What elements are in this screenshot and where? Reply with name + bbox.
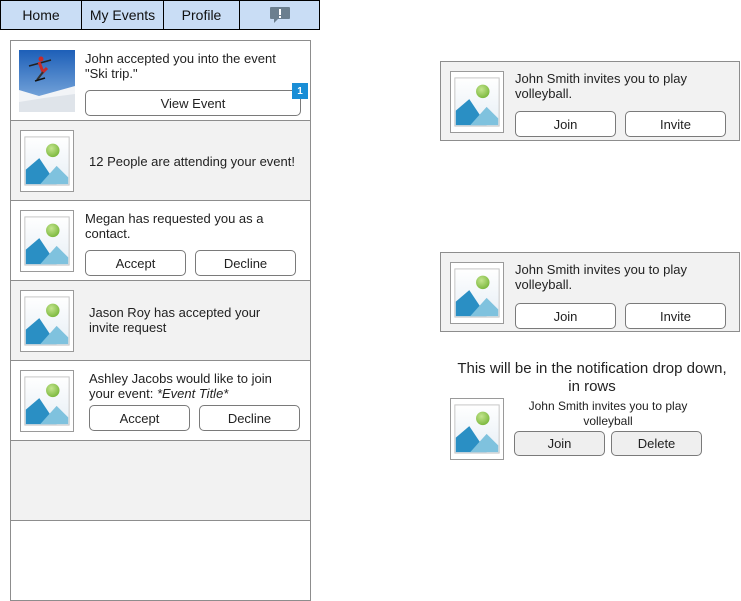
notifications-tab[interactable] [240, 1, 319, 29]
view-event-button[interactable]: View Event [85, 90, 301, 116]
invite-card: John Smith invites you to play volleybal… [440, 61, 740, 141]
notification-row: John accepted you into the event "Ski tr… [11, 41, 310, 121]
notification-text: 12 People are attending your event! [89, 154, 295, 169]
top-nav: Home My Events Profile [0, 0, 320, 30]
join-button[interactable]: Join [514, 431, 605, 456]
placeholder-image-icon [20, 210, 74, 272]
accept-button[interactable]: Accept [85, 250, 186, 276]
join-button[interactable]: Join [515, 303, 616, 329]
invite-button[interactable]: Invite [625, 111, 726, 137]
notification-text: invite request [89, 320, 167, 335]
notification-list: John accepted you into the event "Ski tr… [10, 40, 311, 601]
notification-row: 12 People are attending your event! [11, 121, 310, 201]
decline-button[interactable]: Decline [199, 405, 300, 431]
invite-text: volleyball. [515, 86, 573, 101]
notification-text: Jason Roy has accepted your [89, 305, 261, 320]
notification-text: your event: *Event Title* [89, 386, 302, 401]
dropdown-item-text: John Smith invites you to play volleybal… [508, 399, 708, 429]
join-button[interactable]: Join [515, 111, 616, 137]
invite-text: John Smith invites you to play [515, 262, 687, 277]
event-title-text: *Event Title* [156, 386, 229, 401]
tab-profile[interactable]: Profile [164, 1, 240, 29]
count-badge: 1 [292, 83, 308, 99]
dropdown-text-line: John Smith invites you to play [528, 399, 688, 413]
invite-text: John Smith invites you to play [515, 71, 687, 86]
notification-text: contact. [85, 226, 131, 241]
notification-text: Megan has requested you as a [85, 211, 264, 226]
placeholder-image-icon [450, 262, 504, 324]
ski-photo-image [19, 50, 75, 112]
notification-row: Megan has requested you as a contact. Ac… [11, 201, 310, 281]
delete-button[interactable]: Delete [611, 431, 702, 456]
placeholder-image-icon [450, 71, 504, 133]
notification-row: Ashley Jacobs would like to join your ev… [11, 361, 310, 441]
placeholder-image-icon [20, 370, 74, 432]
accept-button[interactable]: Accept [89, 405, 190, 431]
annotation-line: in rows [568, 378, 616, 395]
tab-home[interactable]: Home [1, 1, 82, 29]
notification-text: John accepted you into the event [85, 51, 276, 66]
invite-button[interactable]: Invite [625, 303, 726, 329]
notification-text: Ashley Jacobs would like to join [89, 371, 272, 386]
tab-my-events[interactable]: My Events [82, 1, 164, 29]
annotation-note: This will be in the notification drop do… [444, 360, 740, 396]
notification-text-prefix: your event: [89, 386, 157, 401]
notification-text: "Ski trip." [85, 66, 138, 81]
annotation-line: This will be in the notification drop do… [457, 360, 727, 377]
placeholder-image-icon [20, 290, 74, 352]
decline-button[interactable]: Decline [195, 250, 296, 276]
invite-card: John Smith invites you to play volleybal… [440, 252, 740, 332]
empty-row [11, 441, 310, 521]
placeholder-image-icon [450, 398, 504, 460]
ski-photo [19, 50, 75, 112]
speech-bubble-exclamation-icon [269, 7, 290, 23]
placeholder-image-icon [20, 130, 74, 192]
invite-text: volleyball. [515, 277, 573, 292]
notification-row: Jason Roy has accepted your invite reque… [11, 281, 310, 361]
dropdown-text-line: volleyball [583, 414, 633, 428]
